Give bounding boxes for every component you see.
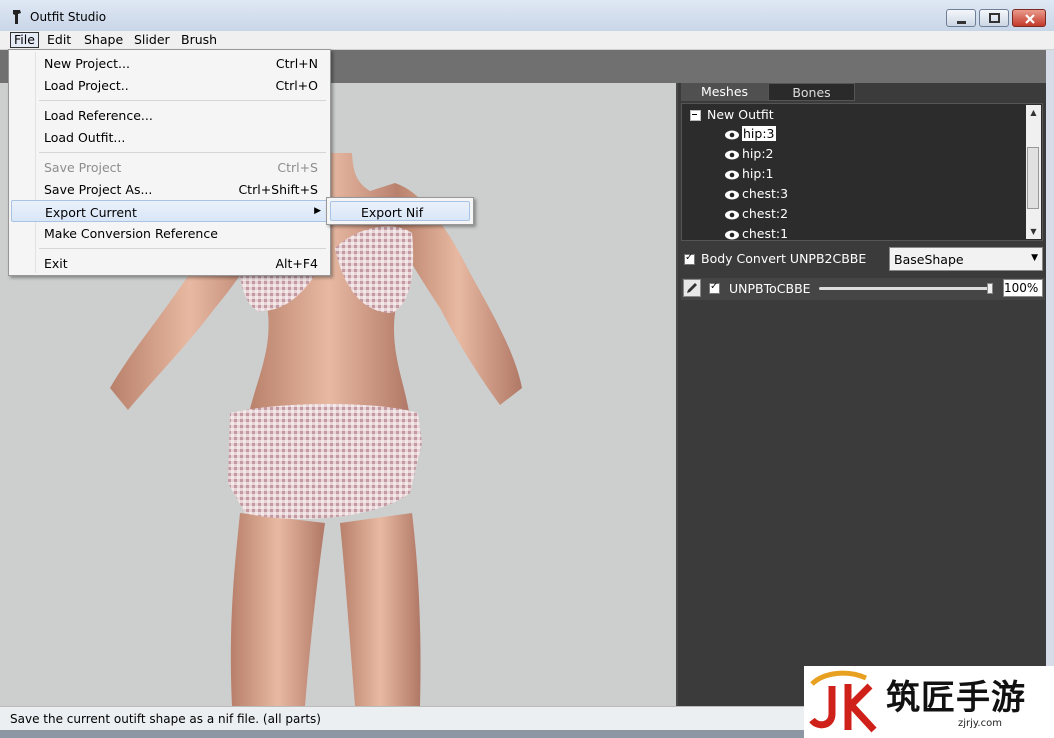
menu-item-shortcut: Ctrl+O <box>275 78 318 93</box>
menu-file[interactable]: File <box>10 32 39 48</box>
menu-item-shortcut: Ctrl+S <box>277 160 318 175</box>
slider-thumb[interactable] <box>987 283 993 294</box>
tree-item-chest-3[interactable]: chest:3 <box>724 184 788 204</box>
menu-item-label: Make Conversion Reference <box>44 226 218 241</box>
chevron-down-icon: ▼ <box>1031 253 1038 263</box>
menu-item-save-project-as[interactable]: Save Project As... Ctrl+Shift+S <box>11 178 328 200</box>
menu-item-load-project[interactable]: Load Project.. Ctrl+O <box>11 74 328 96</box>
menu-separator <box>39 152 326 153</box>
menu-item-exit[interactable]: Exit Alt+F4 <box>11 252 328 274</box>
eye-icon[interactable] <box>724 169 740 181</box>
tree-item-label: hip:1 <box>742 166 774 181</box>
menu-item-label: Load Reference... <box>44 108 153 123</box>
watermark: 筑匠手游 zjrjy.com <box>804 666 1054 738</box>
menu-item-load-outfit[interactable]: Load Outfit... <box>11 126 328 148</box>
menu-item-label: Load Outfit... <box>44 130 126 145</box>
mesh-tree[interactable]: New Outfit hip:3 hip:2 hip:1 chest:3 che… <box>681 103 1043 241</box>
slider-checkbox[interactable] <box>709 281 720 294</box>
close-icon <box>1025 14 1035 24</box>
shape-dropdown-value: BaseShape <box>894 252 964 267</box>
menu-item-label: Export Nif <box>361 205 424 220</box>
tree-item-label: hip:3 <box>742 126 776 141</box>
tree-item-hip-1[interactable]: hip:1 <box>724 164 774 184</box>
menu-separator <box>39 100 326 101</box>
eye-icon[interactable] <box>724 209 740 221</box>
watermark-url: zjrjy.com <box>958 718 1002 729</box>
minimize-button[interactable] <box>946 9 976 27</box>
minimize-icon <box>957 21 966 24</box>
menu-shape[interactable]: Shape <box>81 32 126 48</box>
shape-dropdown[interactable]: BaseShape ▼ <box>889 247 1043 271</box>
jk-logo <box>809 670 877 733</box>
menu-item-export-current[interactable]: Export Current ▶ <box>11 200 328 222</box>
menu-item-label: New Project... <box>44 56 130 71</box>
slider-set-label: Body Convert UNPB2CBBE <box>701 251 867 266</box>
tree-item-chest-1[interactable]: chest:1 <box>724 224 789 241</box>
tree-item-chest-2[interactable]: chest:2 <box>724 204 788 224</box>
close-button[interactable] <box>1012 9 1046 27</box>
menu-item-save-project[interactable]: Save Project Ctrl+S <box>11 156 328 178</box>
pencil-icon <box>687 283 697 293</box>
slider-edit-button[interactable] <box>683 279 701 297</box>
submenu-arrow-icon: ▶ <box>314 206 321 216</box>
maximize-button[interactable] <box>979 9 1009 27</box>
menu-slider[interactable]: Slider <box>131 32 173 48</box>
tree-item-hip-3[interactable]: hip:3 <box>724 124 776 144</box>
eye-icon[interactable] <box>724 149 740 161</box>
menu-item-label: Save Project <box>44 160 122 175</box>
scroll-thumb[interactable] <box>1027 147 1039 209</box>
file-menu: New Project... Ctrl+N Load Project.. Ctr… <box>8 49 331 276</box>
menu-item-shortcut: Alt+F4 <box>275 256 318 271</box>
watermark-text: 筑匠手游 <box>886 678 1026 718</box>
tree-item-label: chest:2 <box>742 206 789 221</box>
window-title: Outfit Studio <box>30 10 107 24</box>
collapse-icon[interactable] <box>690 110 701 121</box>
slider-value-field[interactable]: 100% <box>1003 279 1043 297</box>
scroll-down-icon[interactable]: ▼ <box>1026 224 1041 239</box>
menu-item-export-nif[interactable]: Export Nif <box>330 201 470 221</box>
menu-edit[interactable]: Edit <box>44 32 74 48</box>
tree-item-label: chest:3 <box>742 186 789 201</box>
slider-name: UNPBToCBBE <box>729 281 811 296</box>
menu-item-load-reference[interactable]: Load Reference... <box>11 104 328 126</box>
menu-item-make-conversion-reference[interactable]: Make Conversion Reference <box>11 222 328 244</box>
tree-item-label: chest:1 <box>742 226 789 241</box>
menu-brush[interactable]: Brush <box>178 32 220 48</box>
eye-icon[interactable] <box>724 189 740 201</box>
eye-icon[interactable] <box>724 229 740 241</box>
menu-item-label: Save Project As... <box>44 182 153 197</box>
tree-root-label: New Outfit <box>707 107 774 122</box>
tree-scrollbar[interactable]: ▲ ▼ <box>1026 105 1041 239</box>
tree-item-hip-2[interactable]: hip:2 <box>724 144 774 164</box>
slider-set-checkbox[interactable] <box>684 252 695 265</box>
menu-item-label: Export Current <box>45 205 137 220</box>
tab-bones[interactable]: Bones <box>768 83 855 101</box>
maximize-icon <box>989 13 1000 23</box>
status-text: Save the current outift shape as a nif f… <box>10 712 321 726</box>
title-bar: Outfit Studio <box>0 0 1054 32</box>
scroll-up-icon[interactable]: ▲ <box>1026 105 1041 120</box>
menu-bar: File Edit Shape Slider Brush <box>0 31 1054 50</box>
slider-track[interactable] <box>819 287 991 290</box>
menu-item-label: Exit <box>44 256 68 271</box>
menu-item-shortcut: Ctrl+N <box>275 56 318 71</box>
menu-separator <box>39 248 326 249</box>
menu-item-new-project[interactable]: New Project... Ctrl+N <box>11 52 328 74</box>
slider-row: UNPBToCBBE 100% <box>681 278 1045 300</box>
eye-icon[interactable] <box>724 129 740 141</box>
slider-set-row: Body Convert UNPB2CBBE BaseShape ▼ <box>681 247 1045 272</box>
tree-item-label: hip:2 <box>742 146 774 161</box>
menu-item-label: Load Project.. <box>44 78 129 93</box>
tab-meshes[interactable]: Meshes <box>681 83 768 101</box>
right-panel: Meshes Bones New Outfit hip:3 hip:2 hip:… <box>676 83 1046 706</box>
tree-root[interactable]: New Outfit <box>690 107 774 122</box>
menu-item-shortcut: Ctrl+Shift+S <box>238 182 318 197</box>
outfit-studio-icon <box>13 10 21 24</box>
export-submenu: Export Nif <box>326 197 474 225</box>
